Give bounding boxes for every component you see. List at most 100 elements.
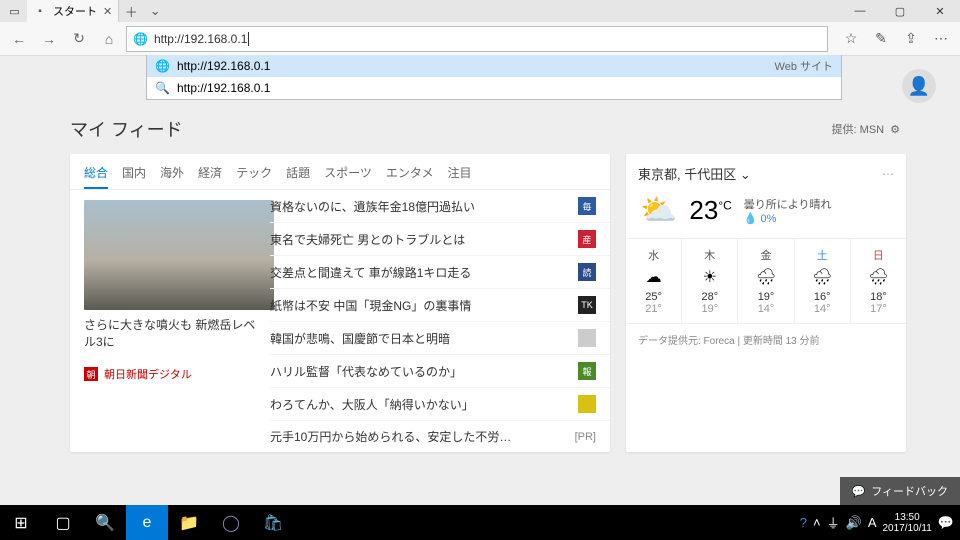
headline-row[interactable]: 資格ないのに、遺族年金18億円過払い毎 <box>270 190 610 223</box>
feature-image <box>84 200 274 310</box>
favorites-button[interactable]: ☆ <box>838 26 864 52</box>
day-high: 18° <box>851 291 906 303</box>
day-name: 金 <box>738 247 793 263</box>
headline-text: 東名で夫婦死亡 男とのトラブルとは <box>270 231 465 248</box>
headline-text: 交差点と間違えて 車が線路1キロ走る <box>270 264 471 281</box>
suggestion-text: http://192.168.0.1 <box>177 81 270 95</box>
day-low: 17° <box>851 303 906 315</box>
help-icon[interactable]: ? <box>800 515 807 530</box>
headline-row[interactable]: 東名で夫婦死亡 男とのトラブルとは 産 <box>270 223 610 256</box>
address-bar[interactable]: 🌐 http://192.168.0.1 <box>126 26 828 52</box>
back-button[interactable]: ← <box>6 26 32 52</box>
reading-button[interactable]: ✎ <box>868 26 894 52</box>
day-low: 19° <box>682 303 737 315</box>
news-card: 総合 国内 海外 経済 テック 話題 スポーツ エンタメ 注目 さらに大きな噴火… <box>70 154 610 452</box>
source-badge: 産 <box>578 230 596 248</box>
window-controls: — ▢ ✕ <box>840 0 960 22</box>
source-badge: 読 <box>578 263 596 281</box>
page-content: 👤 マイ フィード 提供: MSN ⚙ 総合 国内 海外 経済 テック 話題 ス… <box>0 56 960 505</box>
news-tabs: 総合 国内 海外 経済 テック 話題 スポーツ エンタメ 注目 <box>70 154 610 190</box>
window-titlebar: ▭ ▪ スタート ✕ ＋ ⌄ — ▢ ✕ <box>0 0 960 22</box>
news-tab[interactable]: 注目 <box>448 164 472 189</box>
taskbar: ⊞ ▢ 🔍 e 📁 ◯ 🛍 ? ˄ ⏚ 🔊 A 13:502017/10/11 … <box>0 505 960 540</box>
feature-source: 朝 朝日新聞デジタル <box>84 366 258 382</box>
headline-row[interactable]: 元手10万円から始められる、安定した不労…[PR] <box>270 421 610 452</box>
headline-row[interactable]: わろてんか、大阪人「納得いかない」 <box>270 388 610 421</box>
new-tab-button[interactable]: ＋ <box>119 2 143 21</box>
tab-chevron-icon[interactable]: ⌄ <box>143 3 167 19</box>
share-button[interactable]: ⇪ <box>898 26 924 52</box>
start-button[interactable]: ⊞ <box>0 505 42 540</box>
news-tab[interactable]: 経済 <box>198 164 222 189</box>
explorer-button[interactable]: 📁 <box>168 505 210 540</box>
edge-button[interactable]: e <box>126 505 168 540</box>
chevron-up-icon[interactable]: ˄ <box>813 515 821 530</box>
taskview-button[interactable]: ▢ <box>42 505 84 540</box>
day-name: 木 <box>682 247 737 263</box>
browser-tab[interactable]: ▪ スタート ✕ <box>27 0 119 22</box>
forecast-day[interactable]: 日 🌧 18° 17° <box>851 239 906 323</box>
weather-location[interactable]: 東京都, 千代田区 ⌄ <box>638 164 751 183</box>
news-tab[interactable]: エンタメ <box>386 164 434 189</box>
more-icon[interactable]: ⋯ <box>882 167 894 181</box>
news-tab[interactable]: テック <box>236 164 272 189</box>
suggestion-row[interactable]: 🔍 http://192.168.0.1 <box>147 77 841 99</box>
feed-title: マイ フィード <box>70 116 183 142</box>
home-button[interactable]: ⌂ <box>96 26 122 52</box>
weather-header: 東京都, 千代田区 ⌄ ⋯ <box>626 154 906 193</box>
ime-icon[interactable]: A <box>868 515 877 530</box>
forecast-day[interactable]: 金 🌧 19° 14° <box>738 239 794 323</box>
forecast-day[interactable]: 水 ☁ 25° 21° <box>626 239 682 323</box>
headline-row[interactable]: 紙幣は不安 中国「現金NG」の裏事情TK <box>270 289 610 322</box>
tab-close-icon[interactable]: ✕ <box>103 5 112 18</box>
day-high: 25° <box>626 291 681 303</box>
news-tab[interactable]: スポーツ <box>324 164 372 189</box>
news-tab[interactable]: 話題 <box>286 164 310 189</box>
feedback-button[interactable]: 💬 フィードバック <box>840 477 960 505</box>
content-row: 総合 国内 海外 経済 テック 話題 スポーツ エンタメ 注目 さらに大きな噴火… <box>0 148 960 452</box>
weather-temp: 23°C <box>689 195 731 226</box>
wifi-icon[interactable]: ⏚ <box>827 513 840 532</box>
notifications-icon[interactable]: 💬 <box>938 515 954 531</box>
news-tab[interactable]: 海外 <box>160 164 184 189</box>
news-tab[interactable]: 国内 <box>122 164 146 189</box>
refresh-button[interactable]: ↻ <box>66 26 92 52</box>
day-icon: 🌧 <box>851 267 906 287</box>
text-cursor <box>248 32 249 46</box>
gear-icon[interactable]: ⚙ <box>890 123 900 136</box>
tab-title: スタート <box>53 3 97 19</box>
news-tab[interactable]: 総合 <box>84 164 108 189</box>
store-button[interactable]: 🛍 <box>252 505 294 540</box>
maximize-button[interactable]: ▢ <box>880 0 920 22</box>
day-name: 日 <box>851 247 906 263</box>
forward-button[interactable]: → <box>36 26 62 52</box>
headline-row[interactable]: ハリル監督「代表なめているのか」報 <box>270 355 610 388</box>
forecast-day[interactable]: 土 🌧 16° 14° <box>795 239 851 323</box>
forecast-day[interactable]: 木 ☀ 28° 19° <box>682 239 738 323</box>
feed-provider: 提供: MSN ⚙ <box>832 121 900 137</box>
day-icon: ☁ <box>626 267 681 287</box>
feature-article[interactable]: さらに大きな噴火も 新燃岳レベル3に 朝 朝日新聞デジタル <box>70 190 270 452</box>
more-button[interactable]: ⋯ <box>928 26 954 52</box>
eclipse-button[interactable]: ◯ <box>210 505 252 540</box>
day-name: 土 <box>795 247 850 263</box>
headline-text: 元手10万円から始められる、安定した不労… <box>270 428 511 445</box>
globe-icon: 🌐 <box>155 59 169 73</box>
avatar[interactable]: 👤 <box>902 69 936 103</box>
search-button[interactable]: 🔍 <box>84 505 126 540</box>
feature-title: さらに大きな噴火も 新燃岳レベル3に <box>84 316 258 350</box>
day-icon: 🌧 <box>795 267 850 287</box>
suggestion-row[interactable]: 🌐 http://192.168.0.1 Web サイト <box>147 55 841 77</box>
news-body: さらに大きな噴火も 新燃岳レベル3に 朝 朝日新聞デジタル 資格ないのに、遺族年… <box>70 190 610 452</box>
day-icon: ☀ <box>682 267 737 287</box>
suggestion-text: http://192.168.0.1 <box>177 59 270 73</box>
address-suggestions: 🌐 http://192.168.0.1 Web サイト 🔍 http://19… <box>146 55 842 100</box>
headline-row[interactable]: 韓国が悲鳴、国慶節で日本と明暗 <box>270 322 610 355</box>
system-tray: ? ˄ ⏚ 🔊 A 13:502017/10/11 💬 <box>800 505 960 540</box>
close-button[interactable]: ✕ <box>920 0 960 22</box>
comment-icon: 💬 <box>852 485 866 498</box>
clock[interactable]: 13:502017/10/11 <box>883 512 932 534</box>
minimize-button[interactable]: — <box>840 0 880 22</box>
headline-row[interactable]: 交差点と間違えて 車が線路1キロ走る 読 <box>270 256 610 289</box>
volume-icon[interactable]: 🔊 <box>846 515 862 531</box>
